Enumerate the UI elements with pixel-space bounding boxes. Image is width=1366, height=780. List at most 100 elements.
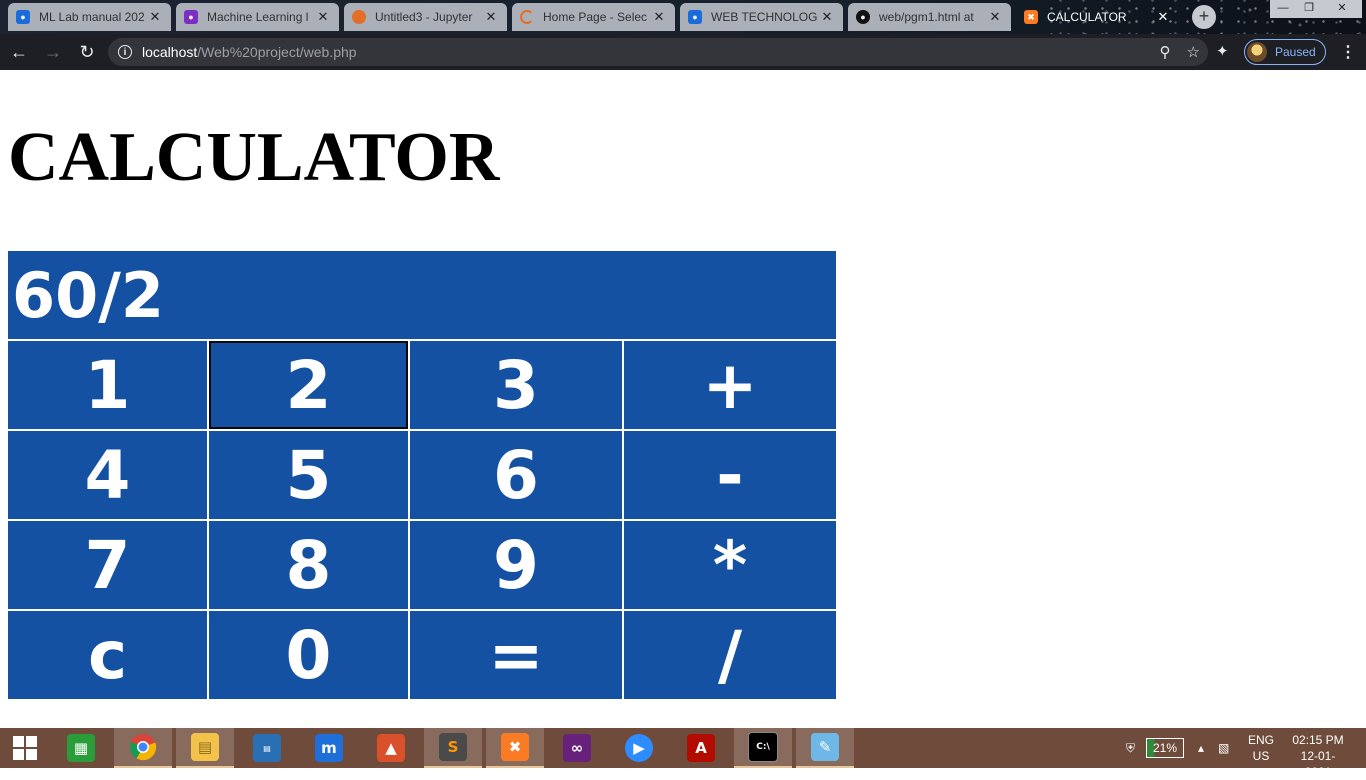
tab-close-icon[interactable]: ✕ [651, 9, 667, 25]
language-code: ENG [1247, 733, 1274, 747]
tab-title: ML Lab manual 202 [39, 10, 145, 24]
key-2[interactable]: 2 [209, 341, 408, 429]
minimize-button[interactable]: — [1270, 0, 1296, 18]
clock-date: 12-01-2021 [1300, 749, 1336, 779]
office-app[interactable]: ▦ [52, 728, 110, 768]
zoom-icon[interactable]: ⚲ [1160, 43, 1171, 61]
tab-title: Machine Learning l [207, 10, 309, 24]
key-7[interactable]: 7 [8, 521, 207, 609]
tab-title: web/pgm1.html at [879, 10, 974, 24]
security-shield-icon[interactable]: ⛨ [1126, 728, 1135, 768]
file-explorer-icon: ▤ [191, 733, 219, 761]
xampp-app[interactable]: ✖ [486, 728, 544, 768]
calculator-display: 60/2 [8, 251, 836, 339]
tab-close-icon[interactable]: ✕ [315, 9, 331, 25]
key-divide[interactable]: / [624, 611, 836, 699]
windows-taskbar: ▦ ▤ ▤ m ▲ S ✖ ∞ ▶ A C:\ ✎ ⛨ 21% ▴ ▧ ENG … [0, 728, 1366, 779]
cmd-app[interactable]: C:\ [734, 728, 792, 768]
address-bar[interactable]: i localhost/Web%20project/web.php ⚲ ☆ [108, 38, 1208, 66]
google-classroom-icon: ● [688, 10, 702, 24]
tab-title: CALCULATOR [1047, 10, 1127, 24]
sublime-icon: S [439, 733, 467, 761]
system-clock[interactable]: 02:15 PM 12-01-2021 [1288, 732, 1348, 780]
file-explorer-app[interactable]: ▤ [176, 728, 234, 768]
battery-indicator[interactable]: 21% [1146, 738, 1184, 758]
page-title: CALCULATOR [8, 119, 500, 196]
tab-close-icon[interactable]: ✕ [819, 9, 835, 25]
lenovo-app[interactable]: ▤ [238, 728, 296, 768]
network-icon[interactable]: ▧ [1218, 728, 1229, 768]
tab-title: Home Page - Selec [543, 10, 648, 24]
tab-title: WEB TECHNOLOG [711, 10, 818, 24]
google-classroom-icon: ● [16, 10, 30, 24]
zoom-icon: ▶ [625, 734, 653, 762]
bookmark-star-icon[interactable]: ☆ [1187, 43, 1200, 61]
key-1[interactable]: 1 [8, 341, 207, 429]
tab-close-icon[interactable]: ✕ [1155, 9, 1171, 25]
key-8[interactable]: 8 [209, 521, 408, 609]
tab-github[interactable]: ● web/pgm1.html at ✕ [848, 3, 1011, 31]
chrome-app[interactable] [114, 728, 172, 768]
visual-studio-icon: ∞ [563, 734, 591, 762]
close-window-button[interactable]: ✕ [1322, 0, 1362, 18]
avatar [1247, 42, 1267, 62]
tab-close-icon[interactable]: ✕ [987, 9, 1003, 25]
forward-button[interactable]: → [42, 41, 64, 63]
jupyter-icon [352, 10, 366, 24]
back-button[interactable]: ← [8, 41, 30, 63]
key-9[interactable]: 9 [410, 521, 622, 609]
acrobat-icon: A [687, 734, 715, 762]
new-tab-button[interactable]: + [1192, 5, 1216, 29]
key-4[interactable]: 4 [8, 431, 207, 519]
tab-close-icon[interactable]: ✕ [483, 9, 499, 25]
tab-jupyter[interactable]: Untitled3 - Jupyter ✕ [344, 3, 507, 31]
tab-calculator[interactable]: ✖ CALCULATOR ✕ [1016, 3, 1179, 31]
key-clear[interactable]: c [8, 611, 207, 699]
profile-button[interactable]: Paused [1244, 39, 1326, 65]
tab-web-technology[interactable]: ● WEB TECHNOLOG ✕ [680, 3, 843, 31]
notepad-icon: ✎ [811, 733, 839, 761]
ide-app[interactable]: ▲ [362, 728, 420, 768]
browser-toolbar: ← → ↻ i localhost/Web%20project/web.php … [0, 34, 1366, 70]
calculator: 60/2 1 2 3 + 4 5 6 - 7 8 9 * c 0 = / [6, 249, 838, 701]
key-minus[interactable]: - [624, 431, 836, 519]
clock-time: 02:15 PM [1292, 733, 1344, 747]
tab-strip: ● ML Lab manual 202 ✕ ● Machine Learning… [0, 0, 1366, 34]
visual-studio-app[interactable]: ∞ [548, 728, 606, 768]
office-icon: ▦ [67, 734, 95, 762]
start-button[interactable] [0, 728, 50, 768]
reload-button[interactable]: ↻ [76, 41, 98, 63]
acrobat-app[interactable]: A [672, 728, 730, 768]
notepad-app[interactable]: ✎ [796, 728, 854, 768]
tray-overflow-icon[interactable]: ▴ [1198, 728, 1204, 768]
tab-home-page[interactable]: Home Page - Selec ✕ [512, 3, 675, 31]
key-0[interactable]: 0 [209, 611, 408, 699]
sublime-app[interactable]: S [424, 728, 482, 768]
tab-machine-learning[interactable]: ● Machine Learning l ✕ [176, 3, 339, 31]
key-3[interactable]: 3 [410, 341, 622, 429]
maximize-button[interactable]: ❐ [1296, 0, 1322, 18]
site-info-icon[interactable]: i [118, 45, 132, 59]
key-plus[interactable]: + [624, 341, 836, 429]
key-5[interactable]: 5 [209, 431, 408, 519]
ide-icon: ▲ [377, 734, 405, 762]
maxthon-app[interactable]: m [300, 728, 358, 768]
zoom-app[interactable]: ▶ [610, 728, 668, 768]
loading-icon [520, 10, 534, 24]
url-host: localhost [142, 44, 198, 60]
extensions-puzzle-icon[interactable]: ✦ [1216, 42, 1229, 60]
xampp-icon: ✖ [501, 733, 529, 761]
key-multiply[interactable]: * [624, 521, 836, 609]
xampp-icon: ✖ [1024, 10, 1038, 24]
key-6[interactable]: 6 [410, 431, 622, 519]
tab-ml-lab-manual[interactable]: ● ML Lab manual 202 ✕ [8, 3, 171, 31]
key-equals[interactable]: = [410, 611, 622, 699]
browser-menu-icon[interactable]: ⋮ [1340, 42, 1356, 62]
tab-close-icon[interactable]: ✕ [147, 9, 163, 25]
maxthon-icon: m [315, 734, 343, 762]
language-indicator[interactable]: ENG US [1246, 732, 1276, 764]
github-icon: ● [856, 10, 870, 24]
region-code: US [1252, 749, 1270, 763]
lenovo-icon: ▤ [253, 734, 281, 762]
url-path: /Web%20project/web.php [197, 44, 357, 60]
